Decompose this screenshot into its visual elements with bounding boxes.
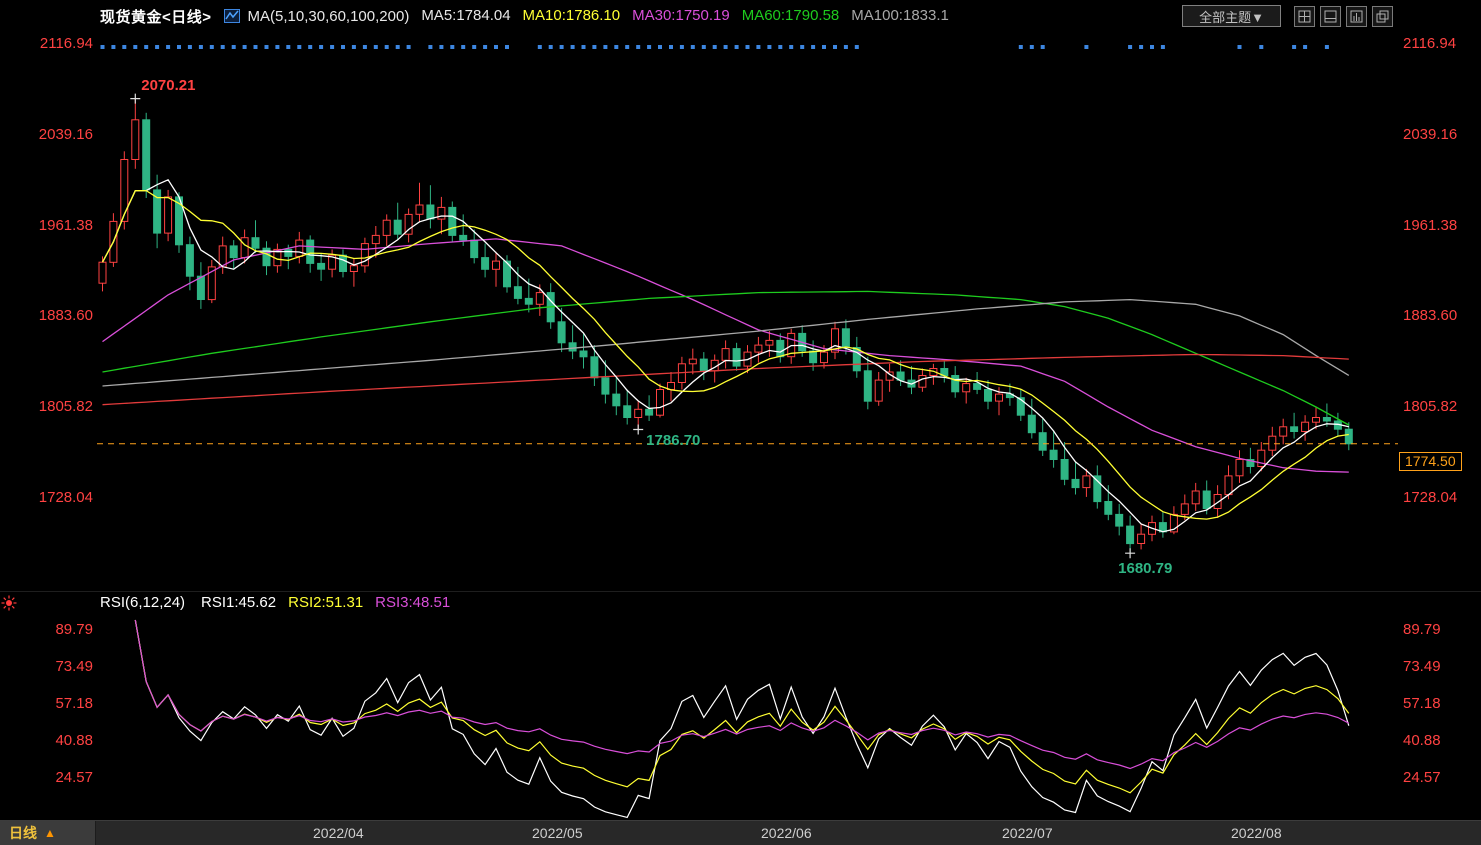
x-axis-month-label: 2022/06	[761, 825, 812, 841]
ma-legend-item: MA100:1833.1	[851, 7, 949, 24]
x-axis-month-label: 2022/04	[313, 825, 364, 841]
x-axis-month-label: 2022/08	[1231, 825, 1282, 841]
symbol-title: 现货黄金<日线>	[100, 6, 212, 27]
period-label: 日线	[9, 823, 37, 843]
theme-selector-button[interactable]: 全部主题▼	[1182, 5, 1281, 27]
period-up-arrow-icon: ▲	[44, 826, 56, 840]
last-price-tag: 1774.50	[1399, 452, 1462, 471]
sun-icon[interactable]	[1, 595, 17, 616]
rsi-legend-item: RSI1:45.62	[201, 594, 276, 611]
rsi-header: RSI(6,12,24) RSI1:45.62 RSI2:51.31 RSI3:48…	[100, 594, 450, 611]
header-toolbar: 全部主题▼	[1182, 5, 1393, 27]
ma-group-label: MA(5,10,30,60,100,200)	[248, 8, 410, 25]
rsi-title: RSI(6,12,24)	[100, 594, 185, 611]
trading-chart-app: 现货黄金<日线> MA(5,10,30,60,100,200) MA5:1784…	[0, 0, 1481, 844]
chart-header: 现货黄金<日线> MA(5,10,30,60,100,200) MA5:1784…	[0, 0, 1481, 32]
indicator-icon	[224, 9, 240, 23]
quad-layout-icon[interactable]	[1294, 6, 1315, 27]
rsi-legend: RSI1:45.62 RSI2:51.31 RSI3:48.51	[185, 594, 450, 611]
chart-canvas[interactable]	[0, 0, 1481, 844]
split-layout-icon[interactable]	[1320, 6, 1341, 27]
x-axis-month-label: 2022/07	[1002, 825, 1053, 841]
ma-legend-item: MA5:1784.04	[421, 7, 510, 24]
ma-legend: MA5:1784.04 MA10:1786.10 MA30:1750.19 MA60:…	[409, 7, 949, 25]
x-axis-month-label: 2022/05	[532, 825, 583, 841]
period-selector[interactable]: 日线 ▲	[0, 821, 96, 845]
time-axis-bar: 日线 ▲ 2022/04 2022/05 2022/06 2022/07 2022/08	[0, 820, 1481, 845]
ma-legend-item: MA60:1790.58	[742, 7, 840, 24]
rsi-legend-item: RSI2:51.31	[288, 594, 363, 611]
bars-layout-icon[interactable]	[1346, 6, 1367, 27]
ma-legend-item: MA30:1750.19	[632, 7, 730, 24]
rsi-legend-item: RSI3:48.51	[375, 594, 450, 611]
ma-legend-item: MA10:1786.10	[523, 7, 621, 24]
cascade-layout-icon[interactable]	[1372, 6, 1393, 27]
